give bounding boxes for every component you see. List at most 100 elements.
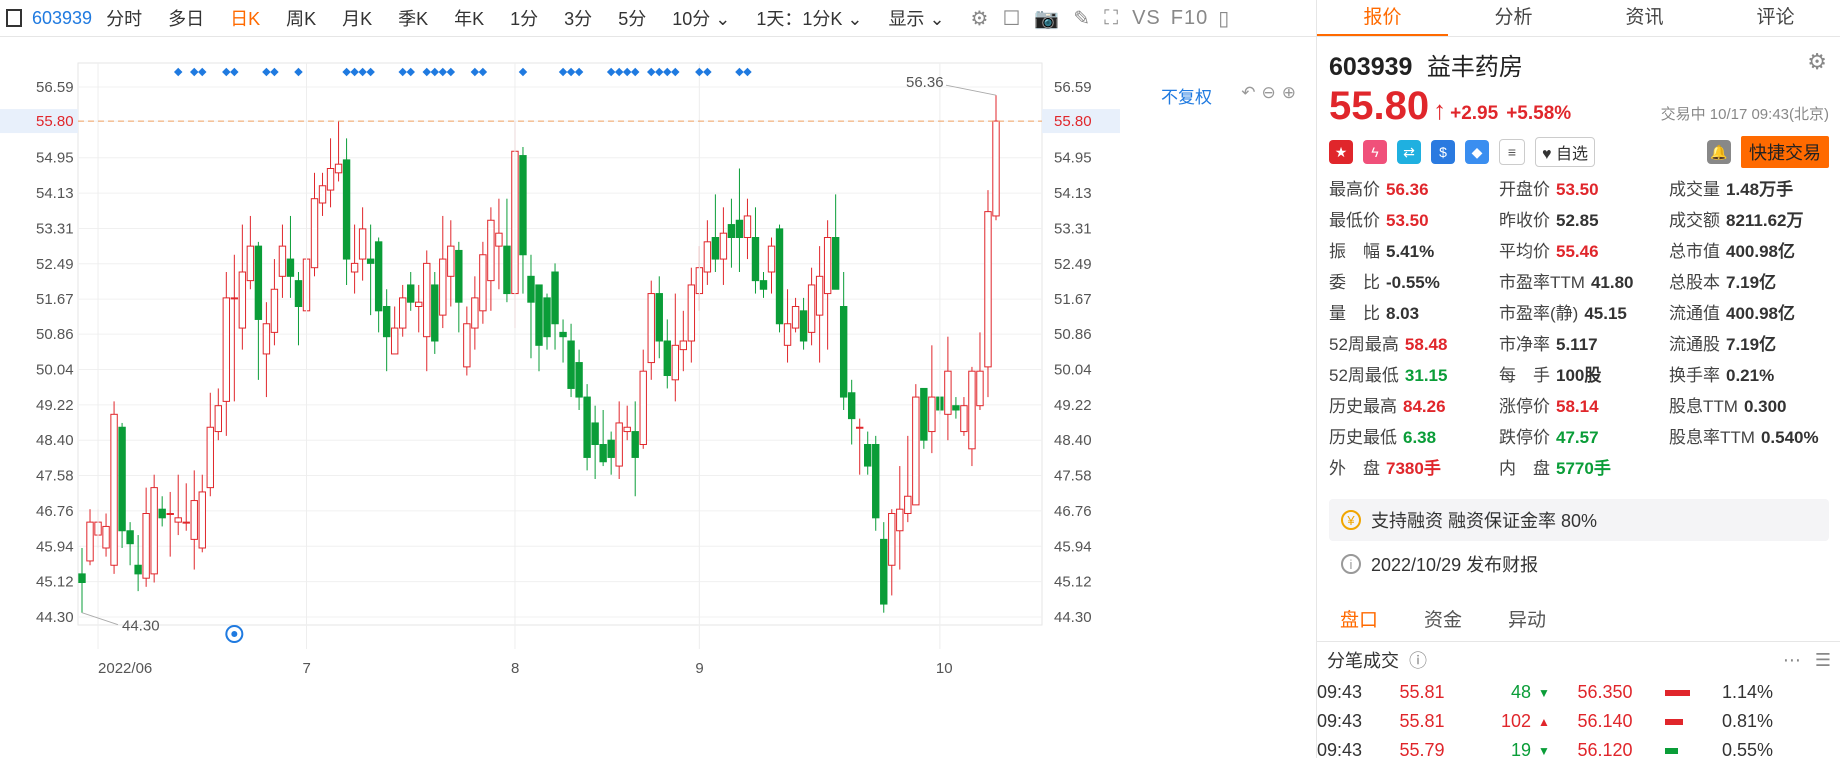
candle-body — [463, 323, 471, 368]
fullscreen-icon[interactable]: ⛶ — [1104, 7, 1118, 30]
stat-label: 委 比 — [1329, 273, 1380, 292]
panel-icon[interactable]: ▯ — [1218, 6, 1229, 31]
candle-body — [920, 387, 928, 441]
pen-icon[interactable]: ✎ — [1073, 6, 1090, 31]
display-dropdown[interactable]: 显示 ⌄ — [888, 5, 944, 31]
period-tab[interactable]: 季K — [398, 5, 428, 31]
candle-body — [799, 310, 808, 342]
chart-zoom-controls[interactable]: ↶⊖⊕ — [1241, 83, 1302, 103]
more-icon[interactable]: ⋯ — [1783, 650, 1801, 671]
quick-trade-button[interactable]: 快捷交易 — [1741, 136, 1829, 168]
y-tick-label-left: 46.76 — [36, 503, 74, 520]
event-marker-icon — [422, 67, 431, 77]
period-tab[interactable]: 周K — [286, 5, 316, 31]
candle-body — [374, 241, 383, 312]
margin-info-box[interactable]: ¥ 支持融资 融资保证金率 80% — [1329, 499, 1829, 541]
period-tab[interactable]: 5分 — [618, 5, 646, 31]
bell-icon[interactable]: 🔔 — [1707, 140, 1731, 164]
china-flag-icon[interactable]: ★ — [1329, 140, 1353, 164]
quote-stats: 最高价 56.36 开盘价 53.50 成交量 1.48万手 最低价 53.50 昨收价 52.8… — [1317, 167, 1840, 479]
tab-comments[interactable]: 评论 — [1710, 0, 1840, 36]
period-tab[interactable]: 分时 — [106, 5, 142, 31]
subtab-funds[interactable]: 资金 — [1401, 601, 1485, 641]
event-marker-icon — [270, 67, 279, 77]
flash-icon[interactable]: ϟ — [1363, 140, 1387, 164]
stat-label: 量 比 — [1329, 304, 1380, 323]
add-watchlist-button[interactable]: ♥ 自选 — [1535, 137, 1595, 167]
event-marker-icon — [366, 67, 375, 77]
period-tab[interactable]: 年K — [454, 5, 484, 31]
chart-toolbar: 603939 分时 多日 日K 周K 月K 季K 年K 1分 3分 5分 10分… — [0, 0, 1316, 37]
subtab-changes[interactable]: 异动 — [1485, 601, 1569, 641]
stat-label: 最低价 — [1329, 211, 1380, 230]
stat-value: 53.50 — [1556, 180, 1599, 199]
period-tab-active[interactable]: 日K — [230, 5, 260, 31]
event-marker-icon — [558, 67, 568, 77]
period-tab[interactable]: 多日 — [168, 5, 204, 31]
candle-body — [78, 573, 86, 584]
event-marker-icon — [398, 67, 407, 77]
kline-chart[interactable]: 56.59 56.59 54.95 54.95 54.13 54.13 53.31 53.31… — [0, 37, 1316, 758]
stat-item: 市盈率(静) 45.15 — [1499, 299, 1669, 324]
stat-value: 84.26 — [1403, 397, 1446, 416]
square-icon[interactable]: ☐ — [1002, 6, 1020, 31]
current-price-label-left: 55.80 — [36, 113, 74, 130]
period-tab[interactable]: 1分 — [510, 5, 538, 31]
ticks-header: 分笔成交 ⓘ ⋯ ☰ — [1317, 642, 1840, 678]
y-tick-label-right: 54.95 — [1054, 150, 1092, 167]
candle-body — [270, 288, 279, 333]
toolbar-stock-code[interactable]: 603939 — [32, 8, 92, 29]
dollar-icon[interactable]: $ — [1431, 140, 1455, 164]
stat-item: 平均价 55.46 — [1499, 237, 1669, 262]
period-dropdown[interactable]: 10分 ⌄ — [672, 5, 730, 31]
current-price-label-right: 55.80 — [1054, 113, 1092, 130]
candle-body — [479, 254, 487, 312]
vs-icon[interactable]: VS — [1132, 7, 1161, 30]
stat-label: 总股本 — [1669, 273, 1720, 292]
period-tab[interactable]: 3分 — [564, 5, 592, 31]
tick-pct: 1.14% — [1721, 682, 1773, 702]
info-icon[interactable]: ⓘ — [1409, 647, 1427, 673]
sidebar-toggle-icon[interactable] — [6, 9, 22, 27]
tab-news[interactable]: 资讯 — [1579, 0, 1710, 36]
note-icon[interactable]: ≡ — [1499, 139, 1525, 165]
candle-body — [407, 284, 415, 303]
subtab-orderbook[interactable]: 盘口 — [1317, 601, 1401, 641]
candle-body — [856, 426, 864, 429]
tag-icon[interactable]: ◆ — [1465, 140, 1489, 164]
list-icon[interactable]: ☰ — [1815, 650, 1831, 671]
stat-item: 每 手 100股 — [1499, 361, 1669, 386]
tab-quote[interactable]: 报价 — [1317, 0, 1448, 36]
stat-value: 56.36 — [1386, 180, 1429, 199]
interval-dropdown[interactable]: 1天：1分K ⌄ — [756, 5, 862, 31]
candle-body — [847, 392, 856, 420]
stat-value: -0.55% — [1386, 273, 1440, 292]
period-tab[interactable]: 月K — [342, 5, 372, 31]
shuffle-icon[interactable]: ⇄ — [1397, 140, 1421, 164]
f10-icon[interactable]: F10 — [1171, 7, 1208, 30]
camera-icon[interactable]: 📷 — [1034, 6, 1059, 31]
stat-label: 昨收价 — [1499, 211, 1550, 230]
candle-body — [142, 513, 150, 579]
price-line: 55.80 ↑ +2.95 +5.58% 交易中 10/17 09:43(北京) — [1329, 84, 1829, 129]
stat-label: 历史最高 — [1329, 397, 1397, 416]
stat-item: 流通股 7.19亿 — [1669, 330, 1839, 355]
tick-pct: 0.81% — [1721, 711, 1773, 731]
stat-item: 总股本 7.19亿 — [1669, 268, 1839, 293]
gear-icon[interactable]: ⚙ — [971, 6, 989, 31]
stat-value: 52.85 — [1556, 211, 1599, 230]
margin-info-text: 支持融资 融资保证金率 80% — [1371, 511, 1598, 531]
stat-item: 总市值 400.98亿 — [1669, 237, 1839, 262]
gear-icon[interactable]: ⚙ — [1807, 49, 1827, 75]
candle-body — [326, 168, 335, 191]
tab-analysis[interactable]: 分析 — [1448, 0, 1579, 36]
low-pointer — [81, 612, 119, 626]
candle-body — [639, 370, 647, 446]
stat-label: 股息率TTM — [1669, 428, 1755, 447]
event-marker-icon — [655, 67, 664, 77]
stat-label: 换手率 — [1669, 366, 1720, 385]
high-label: 56.36 — [906, 74, 944, 91]
stat-item: 52周最低 31.15 — [1329, 361, 1499, 386]
stat-label: 市盈率TTM — [1499, 273, 1585, 292]
adjust-toggle[interactable]: 不复权 — [1161, 83, 1212, 108]
